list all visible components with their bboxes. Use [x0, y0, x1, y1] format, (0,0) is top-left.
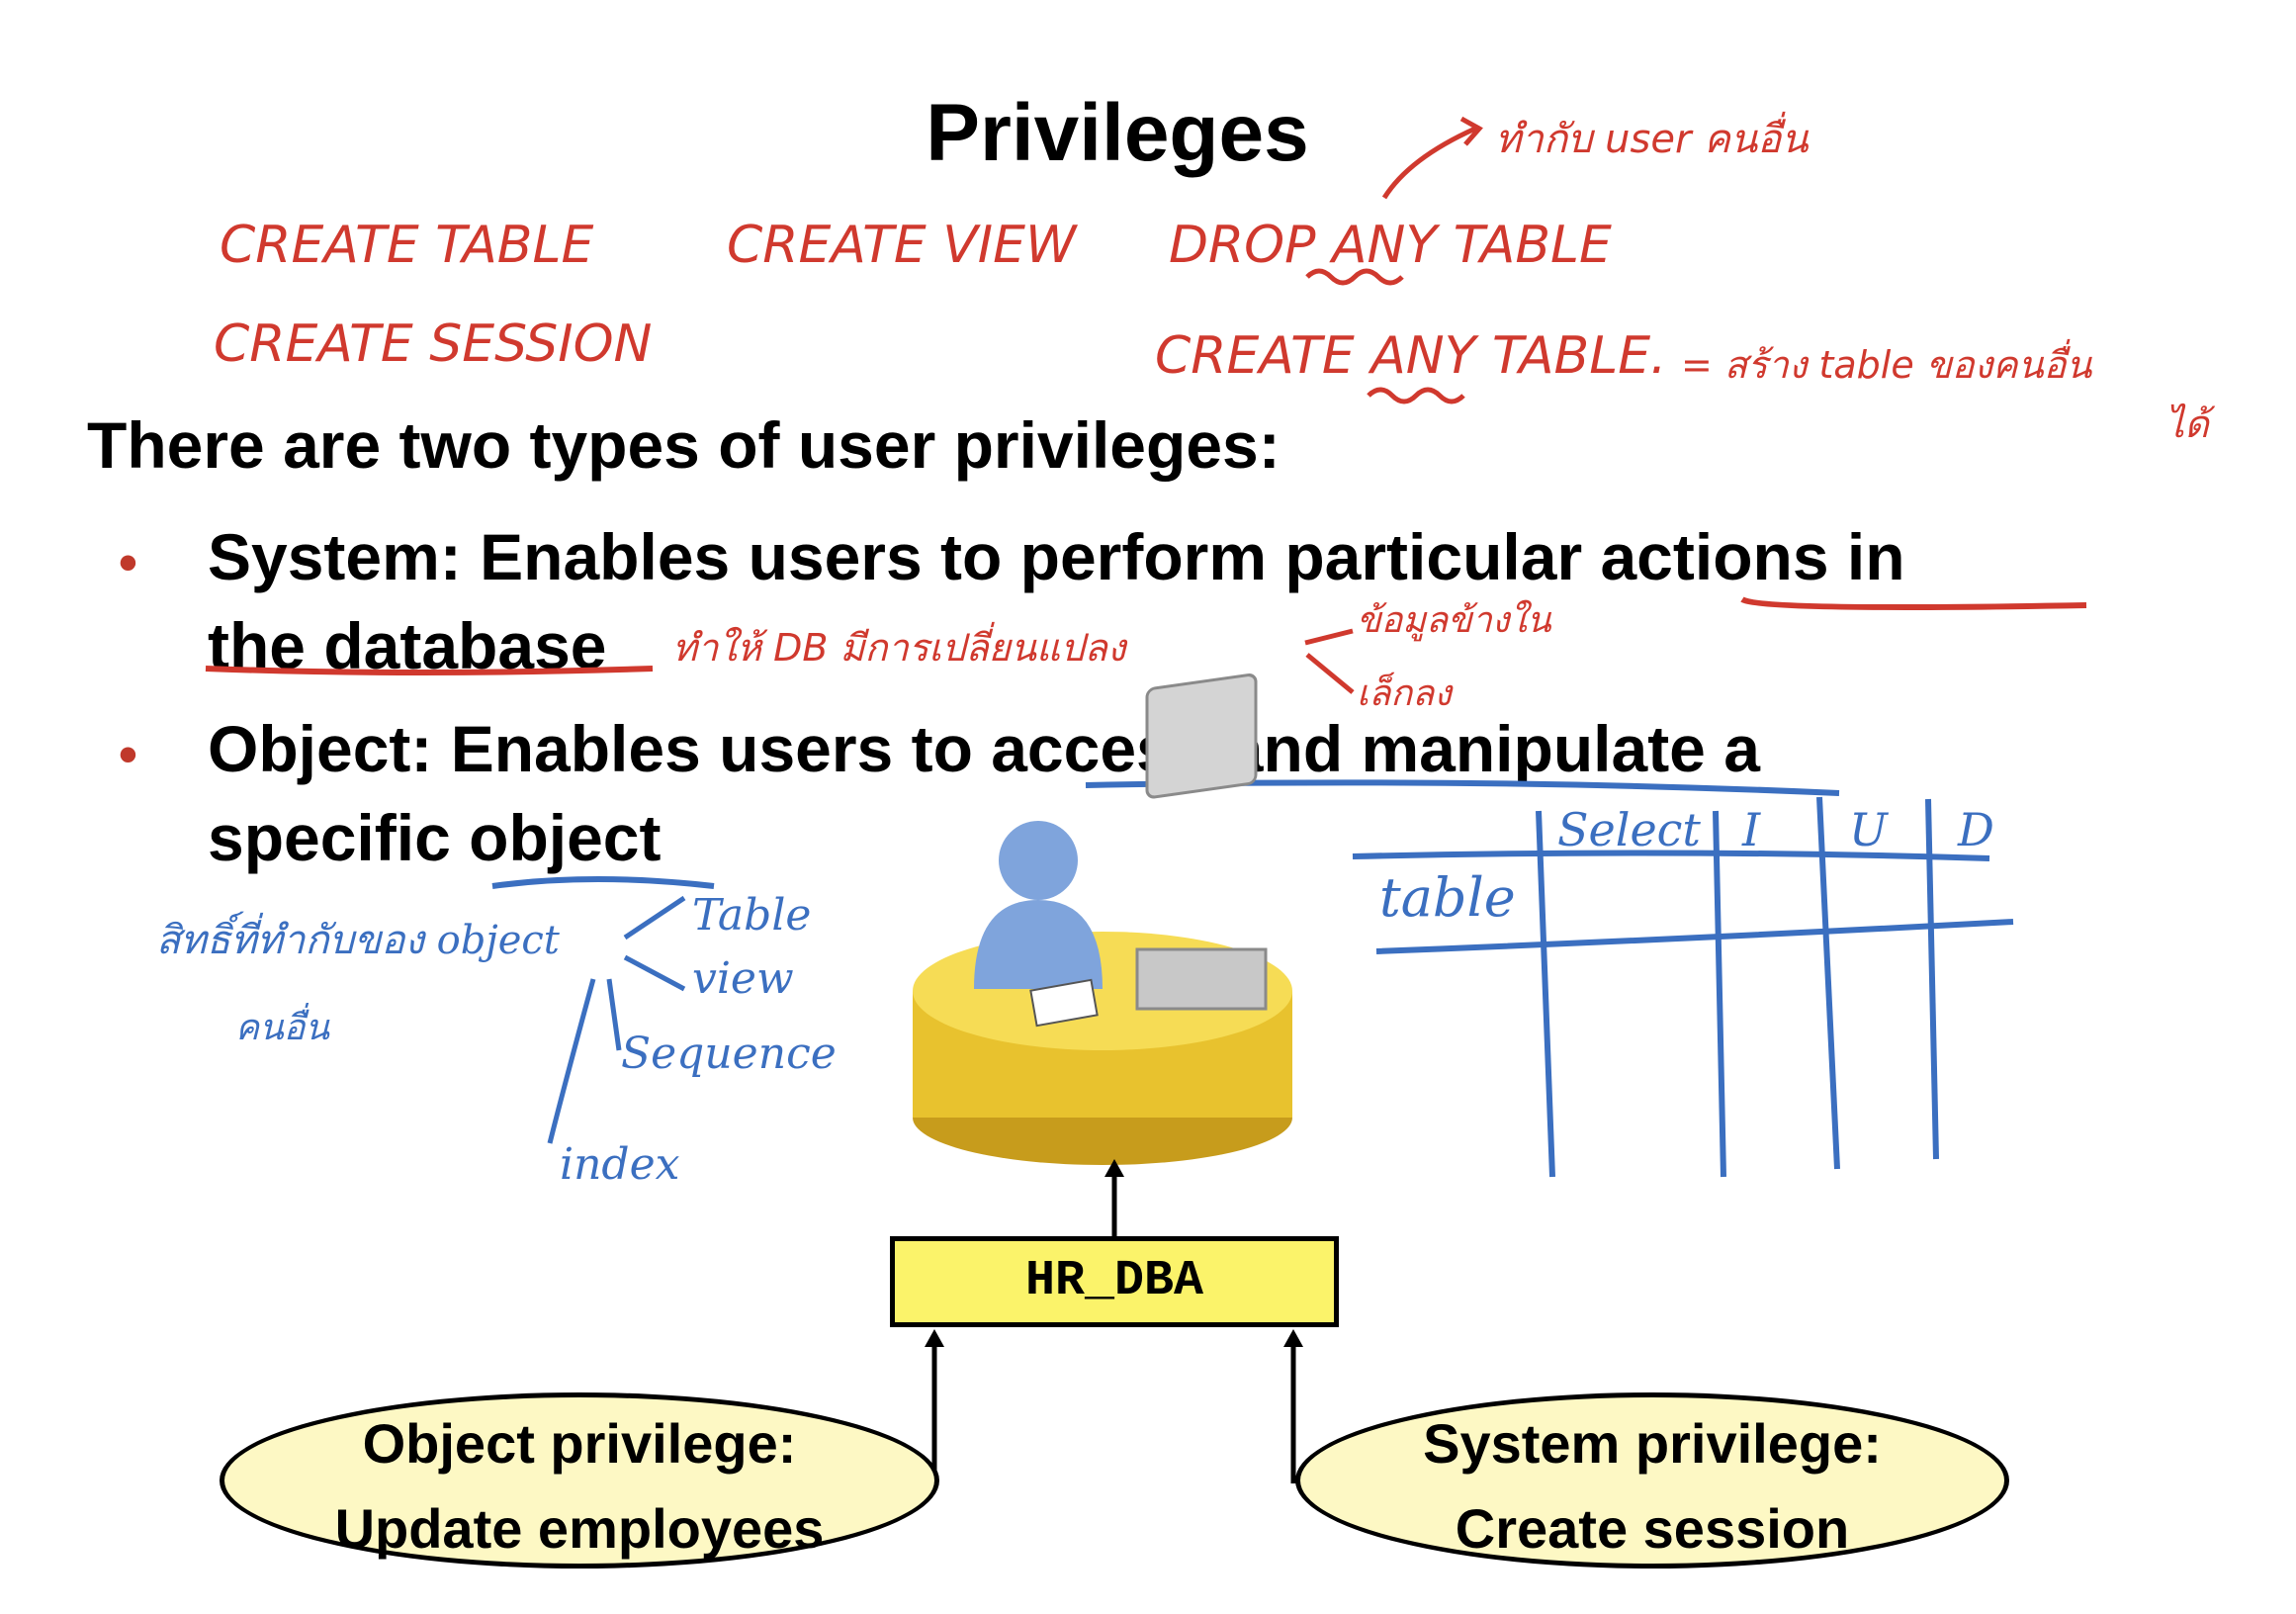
blue-grid-line [1713, 810, 1726, 1178]
blue-underline [491, 876, 715, 889]
arrow-head [1283, 1329, 1303, 1347]
annotation-drawing-layer [205, 116, 2087, 1483]
blue-branch [606, 978, 622, 1051]
blue-branch [623, 954, 686, 992]
arrow-head [925, 1329, 944, 1347]
object-privilege-oval: Object privilege: Update employees [220, 1392, 939, 1569]
blue-branch [623, 895, 686, 941]
red-squiggle [1305, 268, 1404, 286]
role-box-hr-dba: HR_DBA [890, 1236, 1339, 1327]
blue-grid-line [1352, 850, 1990, 861]
system-privilege-example: Create session [1455, 1497, 1850, 1560]
object-privilege-example: Update employees [334, 1497, 825, 1560]
blue-grid-line [1536, 810, 1555, 1178]
red-squiggle [1367, 387, 1465, 404]
blue-branch [547, 978, 596, 1144]
red-branch [1305, 653, 1355, 694]
red-branch [1304, 628, 1354, 646]
dba-illustration [913, 673, 1292, 1165]
red-arrow-curve [1381, 126, 1477, 200]
blue-grid-line [1375, 919, 2014, 954]
object-privilege-title: Object privilege: [362, 1412, 797, 1475]
system-privilege-oval: System privilege: Create session [1295, 1392, 2009, 1569]
blue-grid-line [1925, 798, 1939, 1160]
red-underline [1740, 596, 2087, 610]
red-underline [205, 666, 654, 675]
system-privilege-title: System privilege: [1423, 1412, 1882, 1475]
